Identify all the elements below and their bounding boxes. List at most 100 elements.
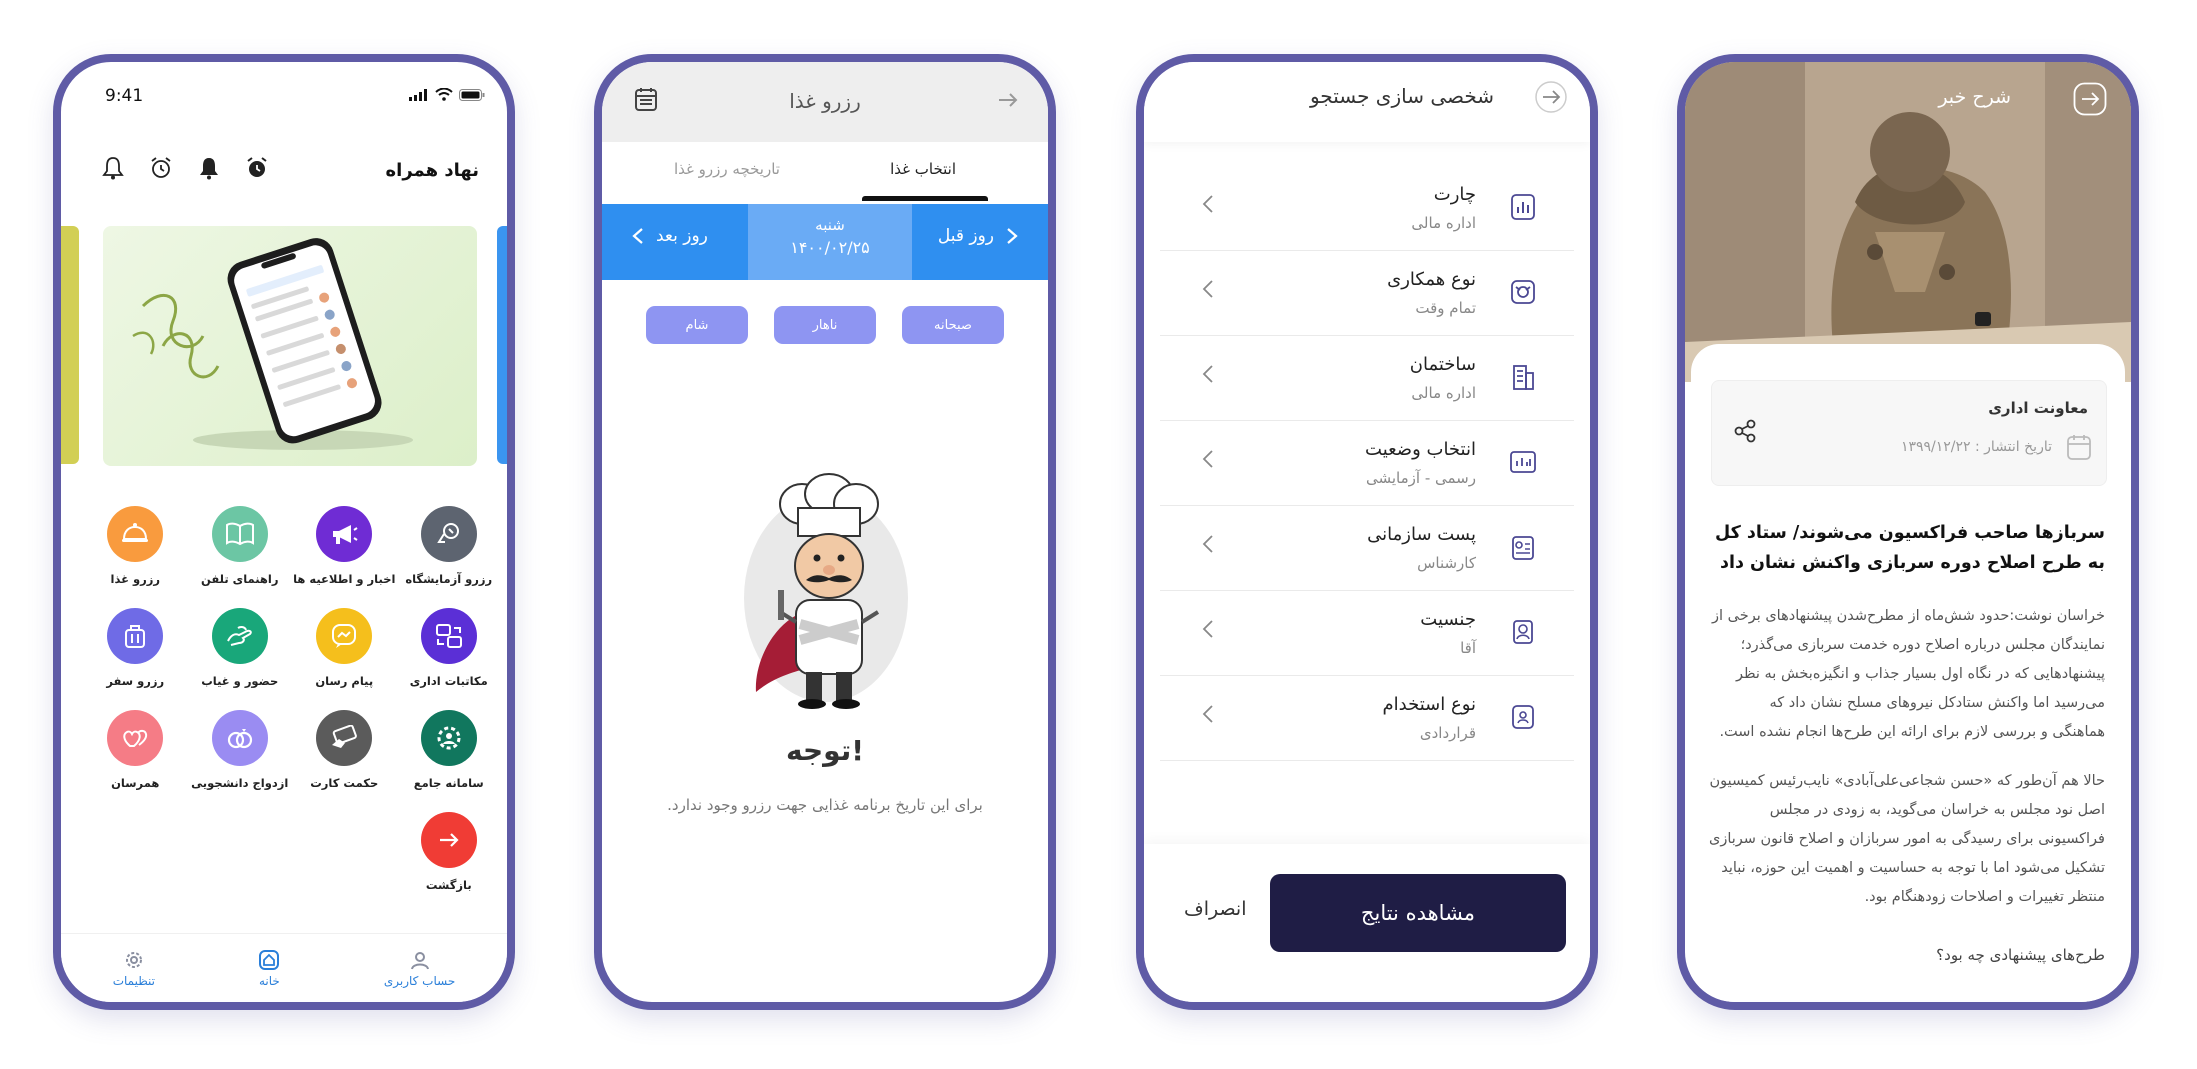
meal-lunch-button[interactable]: ناهار [774,306,876,344]
app-student-marriage[interactable]: ازدواج دانشجویی [188,710,293,790]
calendar-icon[interactable] [634,86,658,112]
mail-exchange-icon [420,608,477,664]
app-label: ازدواج دانشجویی [191,776,289,790]
chevron-left-icon [1202,194,1214,214]
organization: معاونت اداری [1988,399,2088,417]
app-label: راهنمای تلفن [201,572,279,586]
text-line: حالا هم آن‌طور که «حسن شجاعی‌علی‌آبادی» … [1709,773,2105,789]
chevron-left-icon [1202,279,1214,299]
nav-settings[interactable]: تنظیمات [113,949,155,988]
app-news[interactable]: اخبار و اطلاعیه ها [292,506,397,586]
app-spouse[interactable]: همرسان [83,710,188,790]
tabs: انتخاب غذا تاریخچه رزرو غذا [602,142,1048,204]
app-phonebook[interactable]: راهنمای تلفن [188,506,293,586]
app-label: بازگشت [425,878,472,892]
chef-illustration [734,472,914,712]
filter-row-status[interactable]: انتخاب وضعیت رسمی - آزمایشی [1160,421,1574,506]
back-arrow-icon[interactable] [996,90,1020,110]
filter-row-employment-type[interactable]: نوع استخدام قراردادی [1160,676,1574,761]
app-label: رزرو غذا [110,572,160,586]
day-name: شنبه [815,216,845,234]
app-lab-reservation[interactable]: رزرو آزمایشگاه [397,506,502,586]
row-title: نوع استخدام [1382,694,1477,715]
filter-row-gender[interactable]: جنسیت آقا [1160,591,1574,676]
page-title: شرح خبر [1938,86,2011,108]
filter-row-chart[interactable]: چارت اداره مالی [1160,166,1574,251]
row-value: تمام وقت [1415,299,1476,317]
row-value: کارشناس [1417,554,1476,572]
bell-icon[interactable] [99,154,127,182]
home-icon [258,949,280,971]
gear-icon [123,949,145,971]
app-correspondence[interactable]: مکاتبات اداری [397,608,502,688]
phone-mockup-illustration [132,238,413,450]
gear-person-icon [420,710,477,766]
filter-row-cooperation-type[interactable]: نوع همکاری تمام وقت [1160,251,1574,336]
alarm-clock-icon[interactable] [147,154,175,182]
nav-account[interactable]: حساب کاربری [384,949,455,988]
app-back[interactable]: بازگشت [397,812,502,892]
back-arrow-icon[interactable] [1534,80,1568,114]
text-line: می‌رسید اما واکنش ستادکل نیروهای مسلح نش… [1769,695,2105,711]
app-label: اخبار و اطلاعیه ها [293,572,396,586]
meal-dinner-button[interactable]: شام [646,306,748,344]
banner-carousel[interactable] [103,226,477,466]
app-label: همرسان [111,776,160,790]
nav-home[interactable]: خانه [258,949,280,988]
app-travel-reservation[interactable]: رزرو سفر [83,608,188,688]
news-paragraph-1: خراسان نوشت:حدود شش‌ماه از مطرح‌شدن پیشن… [1701,602,2105,747]
row-title: جنسیت [1420,609,1476,630]
text-line: اصل نود مجلس به خراسان می‌گوید، به زودی … [1769,802,2105,818]
app-label: مکاتبات اداری [409,674,488,688]
app-hekmat-card[interactable]: حکمت کارت [292,710,397,790]
status-time: 9:41 [105,86,144,106]
phone-news-detail: شرح خبر معاونت اداری تاریخ انتشار : ۱۳۹۹… [1677,54,2139,1010]
tab-history[interactable]: تاریخچه رزرو غذا [674,160,780,178]
suitcase-icon [107,608,164,664]
view-results-button[interactable]: مشاهده نتایج [1270,874,1566,952]
publish-date: تاریخ انتشار : ۱۳۹۹/۱۲/۲۲ [1900,439,2052,455]
person-badge-icon [1508,617,1538,647]
bell-filled-icon[interactable] [195,154,223,182]
news-photo [1685,62,2131,382]
row-value: اداره مالی [1411,214,1476,232]
row-title: ساختمان [1409,354,1476,375]
app-title: نهاد همراه [385,160,479,181]
back-arrow-icon[interactable] [2073,82,2107,116]
text-line: خراسان نوشت:حدود شش‌ماه از مطرح‌شدن پیشن… [1712,608,2105,624]
page-title: شخصی سازی جستجو [1309,84,1494,108]
bottom-nav: تنظیمات خانه حساب کاربری [61,933,507,1002]
filter-list: چارت اداره مالی نوع همکاری تمام وقت ساخت… [1160,166,1574,761]
banner-next-slide[interactable] [497,226,507,464]
filter-row-position[interactable]: پست سازمانی کارشناس [1160,506,1574,591]
app-label: پیام رسان [315,674,374,688]
app-food-reservation[interactable]: رزرو غذا [83,506,188,586]
meal-breakfast-button[interactable]: صبحانه [902,306,1004,344]
banner-prev-slide[interactable] [61,226,79,464]
alarm-clock-filled-icon[interactable] [243,154,271,182]
app-comprehensive-system[interactable]: سامانه جامع [397,710,502,790]
handshake-icon [1508,277,1538,307]
wifi-icon [435,88,453,101]
prev-day-label: روز قبل [937,226,994,246]
status-icon [1508,447,1538,477]
lab-icon [420,506,477,562]
tab-select-food[interactable]: انتخاب غذا [890,160,956,178]
app-label: حضور و غیاب [201,674,279,688]
filter-row-building[interactable]: ساختمان اداره مالی [1160,336,1574,421]
phone-home-screen: 9:41 نهاد همراه رزرو آزمایشگاه اخبار و ا… [53,54,515,1010]
next-day-button[interactable]: روز بعد [632,226,708,246]
arrow-right-icon [420,812,477,868]
row-value: آقا [1460,639,1476,657]
news-paragraph-2: حالا هم آن‌طور که «حسن شجاعی‌علی‌آبادی» … [1701,767,2105,912]
next-day-label: روز بعد [656,226,708,246]
chevron-left-icon [632,227,644,245]
prev-day-button[interactable]: روز قبل [938,226,1018,246]
text-line: فراکسیونی برای رسیدگی به امور سربازان و … [1708,831,2105,847]
megaphone-icon [316,506,373,562]
share-icon[interactable] [1734,419,1756,443]
app-attendance[interactable]: حضور و غیاب [188,608,293,688]
cancel-button[interactable]: انصراف [1184,898,1247,920]
calendar-icon [2066,433,2092,461]
app-messenger[interactable]: پیام رسان [292,608,397,688]
